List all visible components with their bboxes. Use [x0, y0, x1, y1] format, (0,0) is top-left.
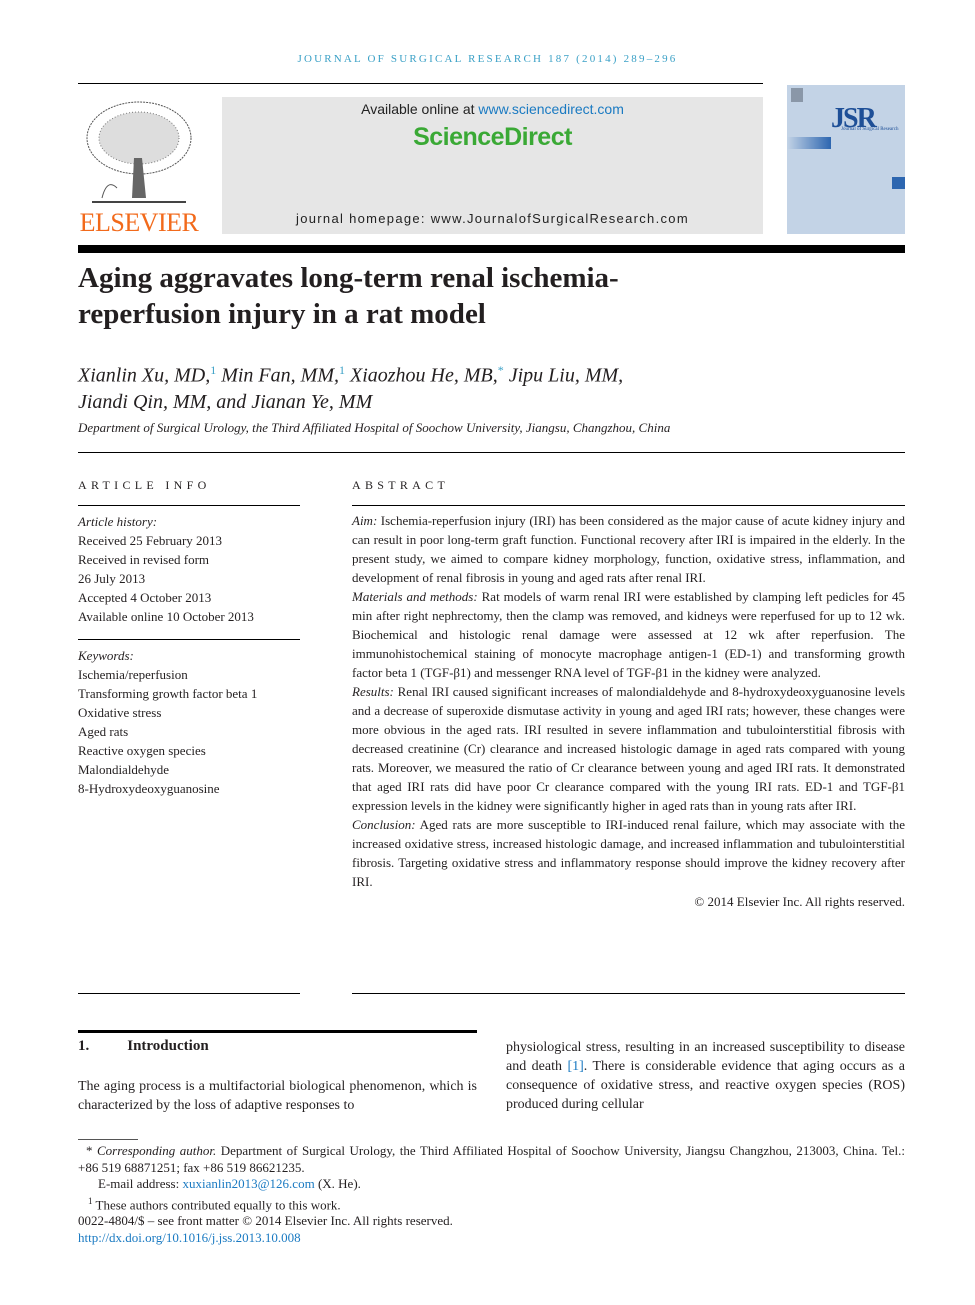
footnote-label: Corresponding author.	[97, 1143, 217, 1158]
section-title: Introduction	[127, 1038, 209, 1054]
cover-stripe-right	[892, 177, 905, 189]
journal-citation: JOURNAL OF SURGICAL RESEARCH 187 (2014) …	[297, 53, 678, 65]
email-link[interactable]: xuxianlin2013@126.com	[182, 1176, 314, 1191]
header-thick-rule	[78, 245, 905, 253]
abstract-label: Aim:	[352, 513, 378, 528]
email-note: E-mail address: xuxianlin2013@126.com (X…	[98, 1176, 905, 1193]
abstract-text: Ischemia-reperfusion injury (IRI) has be…	[352, 513, 905, 585]
issn-line: 0022-4804/$ – see front matter © 2014 El…	[78, 1213, 453, 1229]
page: JOURNAL OF SURGICAL RESEARCH 187 (2014) …	[0, 0, 975, 1305]
cover-subtitle: Journal of Surgical Research	[841, 127, 899, 132]
abstract-methods: Materials and methods: Rat models of war…	[352, 587, 905, 682]
keyword: Transforming growth factor beta 1	[78, 686, 258, 701]
intro-left-text: The aging process is a multifactorial bi…	[78, 1079, 477, 1113]
elsevier-logo: ELSEVIER	[78, 98, 200, 238]
history-label: Article history:	[78, 514, 158, 529]
abstract-label: Results:	[352, 684, 394, 699]
email-suffix: (X. He).	[314, 1176, 361, 1191]
sciencedirect-banner: Available online at www.sciencedirect.co…	[222, 97, 763, 234]
author[interactable]: Xiaozhou He, MB,	[345, 365, 498, 387]
keyword: 8-Hydroxydeoxyguanosine	[78, 781, 220, 796]
keyword: Ischemia/reperfusion	[78, 667, 188, 682]
footnote-mark: *	[86, 1143, 93, 1158]
abstract-heading: ABSTRACT	[352, 478, 450, 492]
history-item: Received 25 February 2013	[78, 533, 223, 548]
abstract-label: Conclusion:	[352, 817, 416, 832]
article-info-rule	[78, 505, 300, 506]
citation-link[interactable]: [1]	[567, 1059, 583, 1074]
doi-link[interactable]: http://dx.doi.org/10.1016/j.jss.2013.10.…	[78, 1230, 905, 1247]
equal-contribution-note: 1 These authors contributed equally to t…	[88, 1193, 905, 1214]
article-title: Aging aggravates long-term renal ischemi…	[78, 262, 619, 330]
footnote-text: These authors contributed equally to thi…	[92, 1196, 341, 1212]
journal-homepage[interactable]: journal homepage: www.JournalofSurgicalR…	[222, 211, 763, 226]
author[interactable]: Jiandi Qin, MM, and Jianan Ye, MM	[78, 391, 372, 413]
abstract-label: Materials and methods:	[352, 589, 478, 604]
keyword: Oxidative stress	[78, 705, 162, 720]
available-label: Available online at	[361, 101, 479, 117]
author[interactable]: Min Fan, MM,	[216, 365, 339, 387]
cover-publisher-icon	[791, 88, 803, 102]
affiliation: Department of Surgical Urology, the Thir…	[78, 420, 671, 435]
elsevier-tree-icon	[86, 101, 192, 203]
corresponding-author-note: * Corresponding author. Department of Su…	[78, 1143, 905, 1176]
journal-cover: JSR Journal of Surgical Research	[787, 85, 905, 234]
intro-heading: 1. Introduction	[78, 1038, 209, 1055]
footnote-rule	[78, 1139, 138, 1140]
author[interactable]: Jipu Liu, MM,	[504, 365, 623, 387]
abstract-bottom-rule	[352, 993, 905, 994]
header-rule	[78, 83, 763, 84]
keyword: Malondialdehyde	[78, 762, 169, 777]
history-rule	[78, 639, 300, 640]
abstract-rule	[352, 505, 905, 506]
copyright: © 2014 Elsevier Inc. All rights reserved…	[694, 894, 905, 909]
affiliation-rule	[78, 452, 905, 453]
abstract-results: Results: Renal IRI caused significant in…	[352, 682, 905, 815]
abstract-aim: Aim: Ischemia-reperfusion injury (IRI) h…	[352, 511, 905, 587]
section-number: 1.	[78, 1038, 90, 1054]
article-info-bottom-rule	[78, 993, 300, 994]
article-info-heading: ARTICLE INFO	[78, 478, 211, 492]
intro-rule	[78, 1030, 477, 1033]
keyword: Reactive oxygen species	[78, 743, 206, 758]
author-list: Xianlin Xu, MD,1 Min Fan, MM,1 Xiaozhou …	[78, 357, 623, 415]
author[interactable]: Xianlin Xu, MD,	[78, 365, 210, 387]
email-label: E-mail address:	[98, 1176, 183, 1191]
available-online: Available online at www.sciencedirect.co…	[222, 101, 763, 117]
keywords-label: Keywords:	[78, 648, 134, 663]
history-item: Available online 10 October 2013	[78, 609, 254, 624]
keyword: Aged rats	[78, 724, 129, 739]
sciencedirect-logo: ScienceDirect	[413, 123, 572, 151]
article-history: Article history: Received 25 February 20…	[78, 512, 300, 626]
abstract-text: Aged rats are more susceptible to IRI-in…	[352, 817, 905, 889]
abstract-body: Aim: Ischemia-reperfusion injury (IRI) h…	[352, 511, 905, 911]
cover-stripe	[787, 137, 831, 149]
keywords: Keywords: Ischemia/reperfusion Transform…	[78, 646, 300, 798]
abstract-text: Renal IRI caused significant increases o…	[352, 684, 905, 813]
history-item: Received in revised form	[78, 552, 210, 567]
intro-right-text: physiological stress, resulting in an in…	[506, 1038, 905, 1114]
footnotes: * Corresponding author. Department of Su…	[78, 1143, 905, 1246]
history-item: 26 July 2013	[78, 571, 146, 586]
abstract-conclusion: Conclusion: Aged rats are more susceptib…	[352, 815, 905, 891]
history-item: Accepted 4 October 2013	[78, 590, 212, 605]
sciencedirect-link[interactable]: www.sciencedirect.com	[478, 101, 624, 117]
